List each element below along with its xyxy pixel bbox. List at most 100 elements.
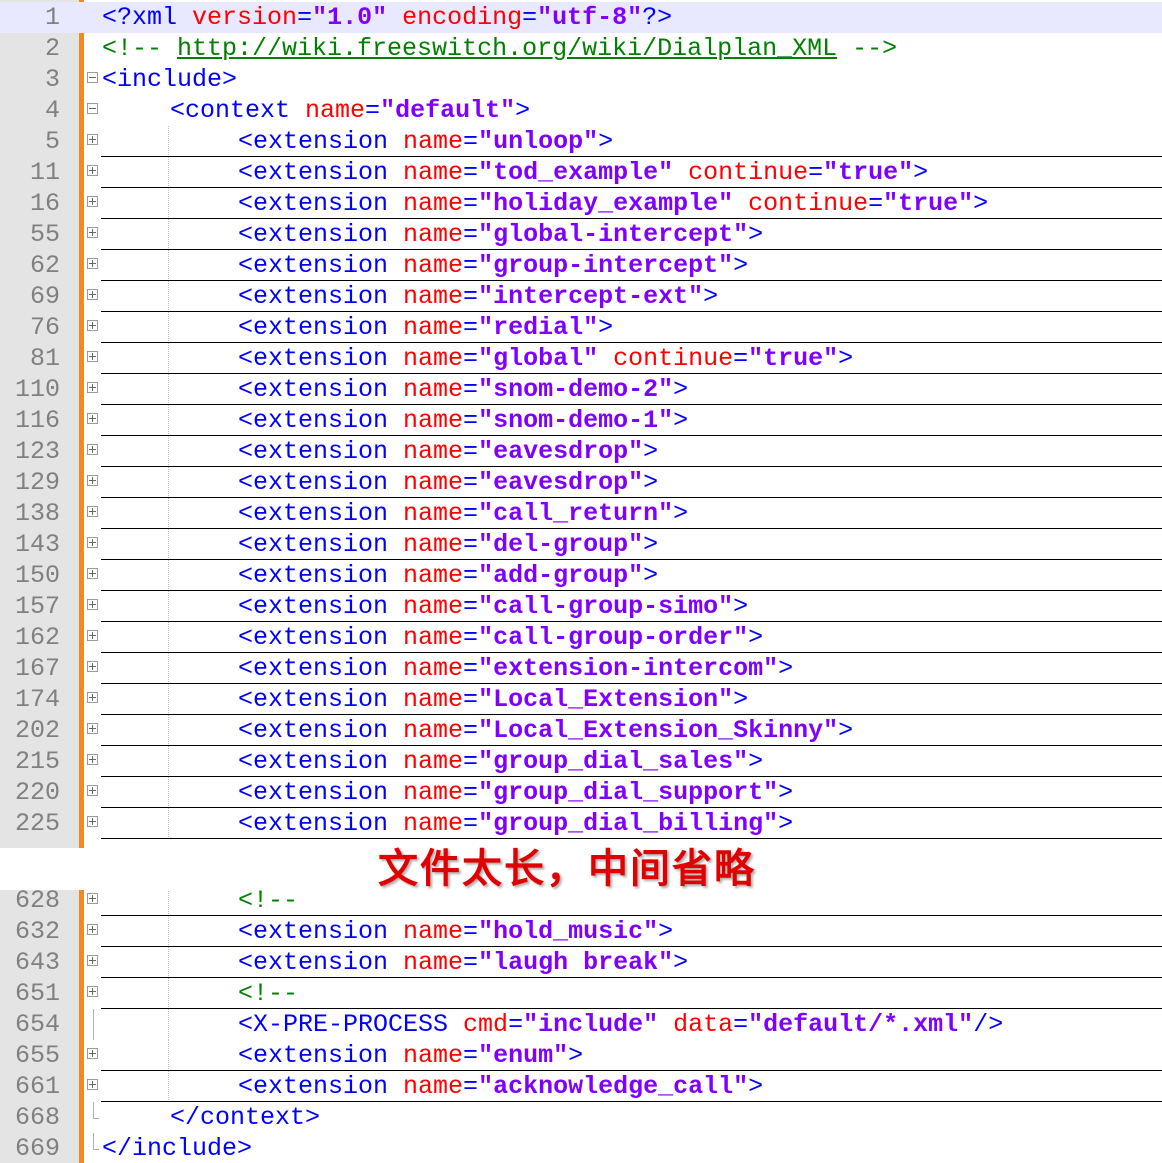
code-text[interactable]: <extension name="hold_music"> [238, 916, 673, 947]
fold-expand-icon[interactable] [87, 382, 98, 393]
fold-collapse-icon[interactable] [87, 72, 98, 83]
fold-expand-icon[interactable] [87, 785, 98, 796]
fold-expand-icon[interactable] [87, 289, 98, 300]
code-line[interactable]: 55 <extension name="global-intercept"> [0, 219, 1162, 250]
code-line[interactable]: 123 <extension name="eavesdrop"> [0, 436, 1162, 467]
code-text[interactable]: <extension name="call_return"> [238, 498, 688, 529]
code-line[interactable]: 110 <extension name="snom-demo-2"> [0, 374, 1162, 405]
fold-expand-icon[interactable] [87, 568, 98, 579]
code-text[interactable]: <extension name="extension-intercom"> [238, 653, 793, 684]
code-text[interactable]: <extension name="group_dial_billing"> [238, 808, 793, 839]
fold-expand-icon[interactable] [87, 1079, 98, 1090]
code-line[interactable]: 661 <extension name="acknowledge_call"> [0, 1071, 1162, 1102]
code-line[interactable]: 69 <extension name="intercept-ext"> [0, 281, 1162, 312]
fold-expand-icon[interactable] [87, 924, 98, 935]
fold-expand-icon[interactable] [87, 227, 98, 238]
code-line[interactable]: 16 <extension name="holiday_example" cont… [0, 188, 1162, 219]
code-text[interactable]: <context name="default"> [170, 95, 530, 126]
code-line[interactable]: 150 <extension name="add-group"> [0, 560, 1162, 591]
fold-expand-icon[interactable] [87, 134, 98, 145]
code-line[interactable]: 655 <extension name="enum"> [0, 1040, 1162, 1071]
code-text[interactable]: <extension name="group-intercept"> [238, 250, 748, 281]
comment-url[interactable]: http://wiki.freeswitch.org/wiki/Dialplan… [177, 34, 837, 63]
code-text[interactable]: <extension name="snom-demo-2"> [238, 374, 688, 405]
code-text[interactable]: <extension name="acknowledge_call"> [238, 1071, 763, 1102]
code-line[interactable]: 62 <extension name="group-intercept"> [0, 250, 1162, 281]
code-line[interactable]: 11 <extension name="tod_example" continue… [0, 157, 1162, 188]
fold-expand-icon[interactable] [87, 661, 98, 672]
code-text[interactable]: <!-- [238, 978, 298, 1009]
fold-expand-icon[interactable] [87, 320, 98, 331]
code-line[interactable]: 174 <extension name="Local_Extension"> [0, 684, 1162, 715]
code-line[interactable]: 143 <extension name="del-group"> [0, 529, 1162, 560]
code-line[interactable]: 138 <extension name="call_return"> [0, 498, 1162, 529]
code-text[interactable]: <extension name="snom-demo-1"> [238, 405, 688, 436]
code-text[interactable]: <extension name="group_dial_sales"> [238, 746, 763, 777]
code-line[interactable]: 5 <extension name="unloop"> [0, 126, 1162, 157]
code-text[interactable]: <extension name="del-group"> [238, 529, 658, 560]
fold-expand-icon[interactable] [87, 893, 98, 904]
code-line[interactable]: 632 <extension name="hold_music"> [0, 916, 1162, 947]
code-text[interactable]: <extension name="enum"> [238, 1040, 583, 1071]
code-text[interactable]: </include> [102, 1133, 252, 1163]
code-text[interactable]: <extension name="eavesdrop"> [238, 436, 658, 467]
code-text[interactable]: <X-PRE-PROCESS cmd="include" data="defau… [238, 1009, 1003, 1040]
code-line[interactable]: 1 <?xml version="1.0" encoding="utf-8"?> [0, 2, 1162, 33]
code-line[interactable]: 225 <extension name="group_dial_billing"> [0, 808, 1162, 839]
code-line[interactable]: 116 <extension name="snom-demo-1"> [0, 405, 1162, 436]
code-line[interactable]: 669 </include> [0, 1133, 1162, 1163]
code-text[interactable]: </context> [170, 1102, 320, 1133]
code-text[interactable]: <include> [102, 64, 237, 95]
code-text[interactable]: <!-- [238, 890, 298, 916]
fold-expand-icon[interactable] [87, 444, 98, 455]
fold-expand-icon[interactable] [87, 630, 98, 641]
fold-expand-icon[interactable] [87, 351, 98, 362]
code-text[interactable]: <extension name="Local_Extension"> [238, 684, 748, 715]
fold-expand-icon[interactable] [87, 196, 98, 207]
fold-expand-icon[interactable] [87, 413, 98, 424]
code-text[interactable]: <extension name="eavesdrop"> [238, 467, 658, 498]
code-text[interactable]: <extension name="holiday_example" contin… [238, 188, 988, 219]
code-line[interactable]: 81 <extension name="global" continue="tru… [0, 343, 1162, 374]
fold-expand-icon[interactable] [87, 986, 98, 997]
fold-expand-icon[interactable] [87, 955, 98, 966]
fold-expand-icon[interactable] [87, 816, 98, 827]
code-line[interactable]: 4 <context name="default"> [0, 95, 1162, 126]
code-line[interactable]: 2 <!-- http://wiki.freeswitch.org/wiki/Di… [0, 33, 1162, 64]
code-line[interactable]: 220 <extension name="group_dial_support"> [0, 777, 1162, 808]
code-line[interactable]: 167 <extension name="extension-intercom"> [0, 653, 1162, 684]
fold-expand-icon[interactable] [87, 599, 98, 610]
code-line[interactable]: 202 <extension name="Local_Extension_Skin… [0, 715, 1162, 746]
code-text[interactable]: <extension name="unloop"> [238, 126, 613, 157]
code-text[interactable]: <?xml version="1.0" encoding="utf-8"?> [102, 2, 672, 33]
fold-expand-icon[interactable] [87, 506, 98, 517]
fold-expand-icon[interactable] [87, 754, 98, 765]
fold-expand-icon[interactable] [87, 537, 98, 548]
code-line[interactable]: 157 <extension name="call-group-simo"> [0, 591, 1162, 622]
code-line[interactable]: 668 </context> [0, 1102, 1162, 1133]
fold-expand-icon[interactable] [87, 692, 98, 703]
fold-expand-icon[interactable] [87, 475, 98, 486]
code-text[interactable]: <extension name="group_dial_support"> [238, 777, 793, 808]
code-line[interactable]: 76 <extension name="redial"> [0, 312, 1162, 343]
code-text[interactable]: <extension name="call-group-simo"> [238, 591, 748, 622]
fold-expand-icon[interactable] [87, 258, 98, 269]
code-text[interactable]: <!-- http://wiki.freeswitch.org/wiki/Dia… [102, 33, 897, 64]
code-text[interactable]: <extension name="add-group"> [238, 560, 658, 591]
code-text[interactable]: <extension name="tod_example" continue="… [238, 157, 928, 188]
code-line[interactable]: 643 <extension name="laugh break"> [0, 947, 1162, 978]
code-line[interactable]: 654 <X-PRE-PROCESS cmd="include" data="de… [0, 1009, 1162, 1040]
code-line[interactable]: 162 <extension name="call-group-order"> [0, 622, 1162, 653]
code-text[interactable]: <extension name="intercept-ext"> [238, 281, 718, 312]
fold-expand-icon[interactable] [87, 723, 98, 734]
code-text[interactable]: <extension name="laugh break"> [238, 947, 688, 978]
code-text[interactable]: <extension name="global-intercept"> [238, 219, 763, 250]
code-line[interactable]: 3 <include> [0, 64, 1162, 95]
code-text[interactable]: <extension name="call-group-order"> [238, 622, 763, 653]
fold-expand-icon[interactable] [87, 1048, 98, 1059]
code-line[interactable]: 215 <extension name="group_dial_sales"> [0, 746, 1162, 777]
code-line[interactable]: 129 <extension name="eavesdrop"> [0, 467, 1162, 498]
fold-collapse-icon[interactable] [87, 103, 98, 114]
fold-expand-icon[interactable] [87, 165, 98, 176]
code-line[interactable]: 628 <!-- [0, 890, 1162, 916]
